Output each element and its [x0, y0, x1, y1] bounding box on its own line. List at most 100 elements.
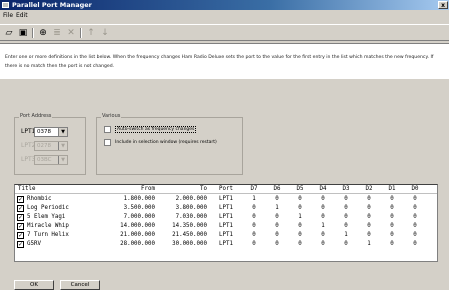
various-group: Various Auto-switch as frequency changes…	[96, 113, 243, 175]
header-d2[interactable]: D2	[361, 185, 377, 194]
cell-bit-d1: 0	[390, 196, 394, 202]
auto-switch-label[interactable]: Auto-switch as frequency changes	[115, 126, 197, 133]
table-row[interactable]: ✓ Log Periodic 3.500.000 3.800.000 LPT1 0 1 0 0 0…	[15, 204, 437, 213]
new-button[interactable]: ⊕	[37, 27, 49, 39]
row-checkbox[interactable]: ✓	[17, 214, 24, 221]
cell-bit-d1: 0	[390, 214, 394, 220]
header-to[interactable]: To	[165, 185, 207, 194]
cell-bit-d0: 0	[413, 232, 417, 238]
cell-title: G5RV	[27, 241, 41, 247]
cell-bit-d3: 0	[344, 223, 348, 229]
ok-button[interactable]: OK	[14, 280, 54, 290]
table-row[interactable]: ✓ 7 Turn Helix 21.000.000 21.450.000 LPT1 0 0 0…	[15, 231, 437, 240]
move-up-button[interactable]: ↑	[85, 27, 97, 39]
cancel-button[interactable]: Cancel	[60, 280, 100, 290]
header-title[interactable]: Title	[18, 185, 35, 194]
header-d5[interactable]: D5	[292, 185, 308, 194]
auto-switch-checkbox[interactable]	[104, 126, 111, 133]
table-row[interactable]: ✓ 5 Elem Yagi 7.000.000 7.030.000 LPT1 0 0 1 0 0 0…	[15, 213, 437, 222]
cell-bit-d6: 1	[275, 205, 279, 211]
menu-file[interactable]: File	[3, 11, 13, 21]
lpt1-value: 0378	[37, 129, 51, 135]
cell-bit-d6: 0	[275, 241, 279, 247]
port-address-legend: Port Address	[19, 113, 53, 119]
header-d0[interactable]: D0	[407, 185, 423, 194]
cell-bit-d4: 0	[321, 232, 325, 238]
cell-bit-d0: 0	[413, 205, 417, 211]
various-legend: Various	[101, 113, 122, 119]
cell-bit-d4: 0	[321, 205, 325, 211]
instructions-text: Enter one or more definitions in the lis…	[0, 43, 449, 79]
cell-title: 7 Turn Helix	[27, 232, 69, 238]
cell-bit-d2: 0	[367, 232, 371, 238]
cell-bit-d6: 0	[275, 196, 279, 202]
open-button[interactable]: ▱	[3, 27, 15, 39]
window-title: Parallel Port Manager	[12, 1, 92, 9]
lpt1-select[interactable]: 0378 ▼	[34, 127, 68, 137]
definitions-table: Title From To Port D7 D6 D5 D4 D3 D2 D1 …	[14, 184, 438, 262]
cell-from: 7.000.000	[123, 214, 155, 220]
cell-from: 28.000.000	[120, 241, 155, 247]
row-checkbox[interactable]: ✓	[17, 205, 24, 212]
menu-edit[interactable]: Edit	[16, 11, 28, 21]
cell-bit-d4: 0	[321, 241, 325, 247]
table-row[interactable]: ✓ G5RV 28.000.000 30.000.000 LPT1 0 0 0 0 0 1 0 0	[15, 240, 437, 249]
cell-bit-d2: 0	[367, 205, 371, 211]
cell-bit-d3: 1	[344, 232, 348, 238]
table-row[interactable]: ✓ Miracle Whip 14.000.000 14.350.000 LPT1 0 0 0…	[15, 222, 437, 231]
cell-bit-d3: 0	[344, 214, 348, 220]
header-d1[interactable]: D1	[384, 185, 400, 194]
include-selection-checkbox[interactable]	[104, 139, 111, 146]
header-port[interactable]: Port	[212, 185, 240, 194]
cell-bit-d7: 0	[252, 205, 256, 211]
header-d4[interactable]: D4	[315, 185, 331, 194]
table-header: Title From To Port D7 D6 D5 D4 D3 D2 D1 …	[15, 185, 437, 194]
row-checkbox[interactable]: ✓	[17, 223, 24, 230]
cell-title: Miracle Whip	[27, 223, 69, 229]
cell-bit-d0: 0	[413, 223, 417, 229]
cell-to: 2.000.000	[175, 196, 207, 202]
cell-bit-d1: 0	[390, 232, 394, 238]
delete-button[interactable]: ✕	[65, 27, 77, 39]
chevron-down-icon[interactable]: ▼	[58, 156, 67, 164]
cell-to: 21.450.000	[172, 232, 207, 238]
title-bar: Parallel Port Manager x	[0, 0, 449, 10]
header-d6[interactable]: D6	[269, 185, 285, 194]
toolbar: ▱ ▣ ⊕ ≣ ✕ ↑ ↓	[0, 24, 449, 41]
cell-port: LPT1	[219, 196, 233, 202]
move-up-icon: ↑	[87, 28, 95, 38]
header-d3[interactable]: D3	[338, 185, 354, 194]
row-checkbox[interactable]: ✓	[17, 232, 24, 239]
lpt2-select[interactable]: 0278 ▼	[34, 141, 68, 151]
move-down-button[interactable]: ↓	[99, 27, 111, 39]
chevron-down-icon[interactable]: ▼	[58, 142, 67, 150]
cell-bit-d7: 0	[252, 241, 256, 247]
row-checkbox[interactable]: ✓	[17, 241, 24, 248]
cell-bit-d0: 0	[413, 241, 417, 247]
menu-bar: File Edit	[0, 11, 449, 21]
chevron-down-icon[interactable]: ▼	[58, 128, 67, 136]
new-icon: ⊕	[39, 28, 47, 38]
cell-bit-d1: 0	[390, 223, 394, 229]
cell-bit-d5: 0	[298, 241, 302, 247]
cell-title: 5 Elem Yagi	[27, 214, 66, 220]
close-button[interactable]: x	[438, 1, 448, 9]
toolbar-separator	[80, 28, 82, 38]
lpt3-select[interactable]: 03BC ▼	[34, 155, 68, 165]
save-button[interactable]: ▣	[17, 27, 29, 39]
table-row[interactable]: ✓ Rhombic 1.800.000 2.000.000 LPT1 1 0 0 0 0 0 0 0	[15, 195, 437, 204]
include-selection-label[interactable]: Include in selection window (requires re…	[115, 140, 217, 145]
properties-button[interactable]: ≣	[51, 27, 63, 39]
header-from[interactable]: From	[115, 185, 155, 194]
port-address-group: Port Address LPT1: 0378 ▼ LPT2: 0278 ▼ L…	[14, 113, 86, 175]
cell-to: 3.800.000	[175, 205, 207, 211]
header-d7[interactable]: D7	[246, 185, 262, 194]
cell-bit-d7: 0	[252, 223, 256, 229]
cell-bit-d0: 0	[413, 196, 417, 202]
row-checkbox[interactable]: ✓	[17, 196, 24, 203]
cell-bit-d5: 0	[298, 223, 302, 229]
cell-bit-d3: 0	[344, 241, 348, 247]
cell-bit-d7: 0	[252, 214, 256, 220]
lpt2-value: 0278	[37, 143, 51, 149]
cell-bit-d7: 0	[252, 232, 256, 238]
